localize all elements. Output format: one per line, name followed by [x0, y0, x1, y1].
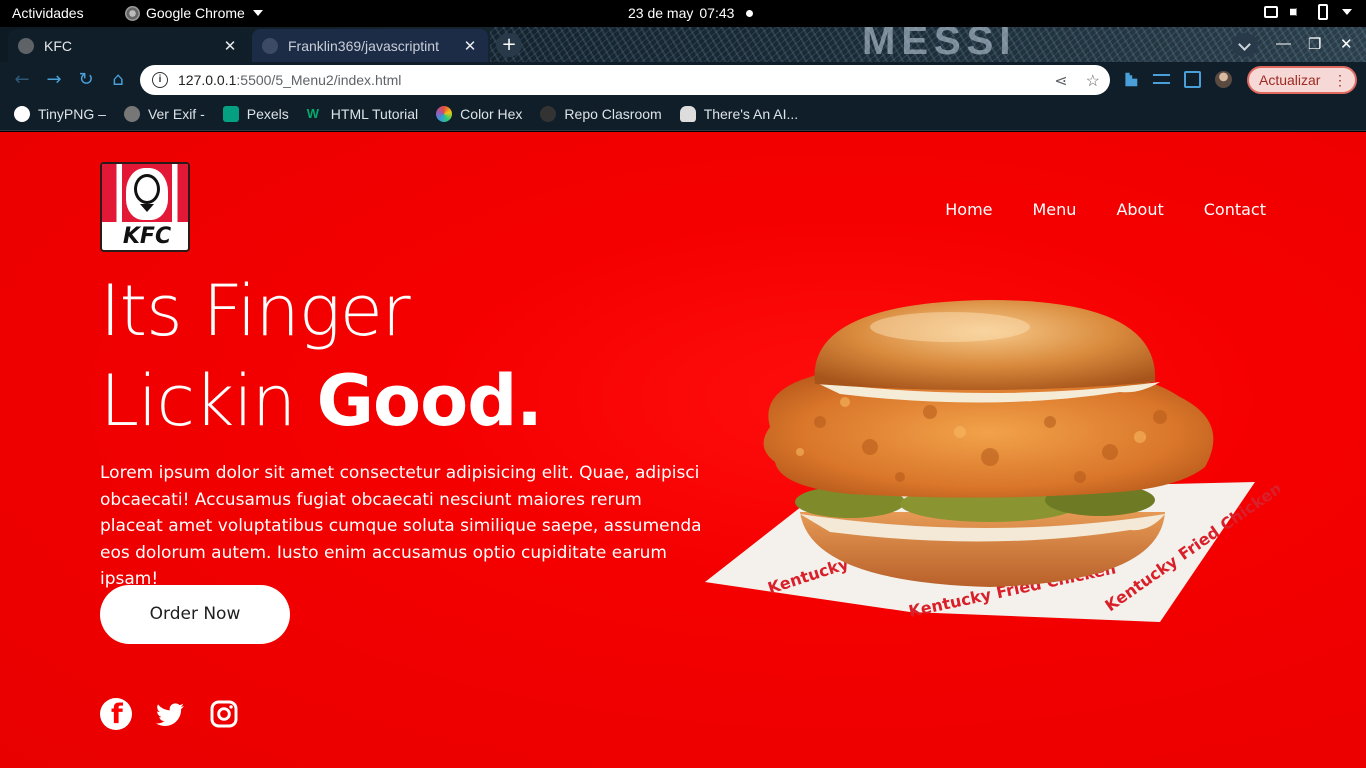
instagram-icon[interactable] [208, 698, 240, 730]
bookmark-html-tutorial[interactable]: W HTML Tutorial [307, 106, 418, 122]
clock[interactable]: 23 de may 07:43 [628, 5, 754, 21]
nav-home[interactable]: Home [945, 200, 992, 219]
bookmark-star-icon[interactable]: ☆ [1086, 71, 1100, 91]
bookmark-label: Repo Clasroom [564, 106, 662, 122]
system-tray[interactable] [1264, 4, 1352, 20]
new-tab-button[interactable]: + [496, 33, 522, 57]
tab-kfc[interactable]: KFC ✕ [8, 29, 248, 62]
battery-icon [1318, 4, 1328, 20]
bookmark-label: Ver Exif - [147, 106, 205, 122]
wallpaper-text: MESSI [862, 27, 1017, 62]
w3schools-icon: W [306, 106, 320, 121]
menu-dots-icon: ⋮ [1333, 72, 1347, 88]
bookmark-tinypng[interactable]: TinyPNG – [14, 106, 106, 122]
social-links [100, 698, 240, 730]
avatar[interactable] [1215, 71, 1232, 88]
hero-description: Lorem ipsum dolor sit amet consectetur a… [100, 463, 702, 589]
tab-search-button[interactable] [1232, 33, 1258, 57]
colonel-face [134, 174, 160, 204]
back-arrow-icon[interactable]: ← [12, 70, 32, 90]
close-icon[interactable]: ✕ [222, 37, 238, 55]
kfc-landing-page: KFC Home Menu About Contact Its Finger L… [0, 132, 1366, 768]
bookmark-label: There's An AI... [703, 106, 799, 122]
globe-icon [123, 106, 140, 122]
date: 23 de may [628, 5, 694, 21]
main-nav: Home Menu About Contact [945, 200, 1266, 219]
minimize-icon[interactable]: — [1276, 35, 1291, 52]
bookmark-pexels[interactable]: Pexels [222, 106, 289, 122]
headline-line2-bold: Good. [316, 360, 543, 442]
bookmark-color-hex[interactable]: Color Hex [436, 106, 522, 122]
pexels-icon [222, 106, 239, 122]
info-icon[interactable]: i [152, 72, 168, 88]
chevron-down-icon [252, 10, 263, 16]
github-icon [540, 106, 557, 122]
headline-line2-light: Lickin [100, 360, 296, 442]
bun-highlight [870, 312, 1030, 342]
bookmarks-bar: TinyPNG – Ver Exif - Pexels W HTML Tutor… [0, 98, 1366, 131]
address-bar[interactable]: i 127.0.0.1 :5500/5_Menu2/index.html ⋖ ☆ [140, 65, 1110, 95]
chicken-sandwich-image: Kentucky Fried Chicken Kentucky Fried Ch… [700, 282, 1285, 662]
facebook-icon[interactable] [100, 698, 132, 730]
network-icon [1264, 6, 1278, 18]
bookmark-repo-clasroom[interactable]: Repo Clasroom [540, 106, 662, 122]
bookmark-label: HTML Tutorial [330, 106, 419, 122]
chrome-icon [125, 5, 140, 21]
tab-github[interactable]: Franklin369/javascriptint ✕ [252, 29, 488, 62]
hero-headline: Its Finger Lickin Good. [100, 266, 543, 446]
update-button[interactable]: Actualizar ⋮ [1247, 66, 1357, 94]
url-host: 127.0.0.1 [178, 72, 237, 88]
bookmark-ver-exif[interactable]: Ver Exif - [123, 106, 205, 122]
reload-icon[interactable]: ↻ [76, 70, 96, 90]
color-wheel-icon [436, 106, 453, 122]
headline-line1: Its Finger [100, 270, 411, 352]
time: 07:43 [699, 5, 735, 21]
tab-title: Franklin369/javascriptint [288, 37, 439, 54]
nav-about[interactable]: About [1116, 200, 1163, 219]
bookmark-ai[interactable]: There's An AI... [679, 106, 799, 122]
close-window-icon[interactable]: ✕ [1340, 35, 1353, 53]
browser-toolbar: ← → ↻ ⌂ i 127.0.0.1 :5500/5_Menu2/index.… [0, 62, 1366, 98]
update-label: Actualizar [1259, 72, 1321, 88]
close-icon[interactable]: ✕ [462, 37, 478, 55]
notification-dot-icon [746, 9, 754, 17]
github-icon [262, 37, 278, 54]
panda-icon [14, 106, 30, 122]
logo-text: KFC [122, 224, 172, 249]
home-icon[interactable]: ⌂ [108, 70, 128, 90]
chevron-down-icon [1342, 9, 1352, 15]
kfc-logo[interactable]: KFC [100, 162, 190, 252]
app-menu[interactable]: Google Chrome [125, 5, 263, 21]
nav-contact[interactable]: Contact [1204, 200, 1266, 219]
bookmark-label: Pexels [246, 106, 289, 122]
bookmark-label: TinyPNG – [38, 106, 106, 122]
share-icon[interactable]: ⋖ [1054, 71, 1067, 91]
tab-strip: MESSI KFC ✕ Franklin369/javascriptint ✕ [0, 27, 1366, 62]
side-panel-icon[interactable] [1184, 71, 1201, 88]
app-name: Google Chrome [146, 5, 245, 21]
globe-icon [18, 37, 34, 54]
url-path: :5500/5_Menu2/index.html [236, 72, 402, 88]
activities-button[interactable]: Actividades [12, 5, 84, 21]
twitter-icon[interactable] [154, 698, 186, 730]
extensions-icon[interactable] [1125, 72, 1138, 87]
tab-title: KFC [44, 37, 72, 54]
nav-menu[interactable]: Menu [1033, 200, 1077, 219]
volume-icon [1290, 4, 1302, 20]
order-now-button[interactable]: Order Now [100, 585, 290, 644]
system-top-bar: Actividades Google Chrome 23 de may 07:4… [0, 0, 1366, 27]
hand-icon [679, 106, 696, 122]
forward-arrow-icon[interactable]: → [44, 70, 64, 90]
reading-list-icon[interactable] [1153, 74, 1170, 84]
maximize-icon[interactable]: ❐ [1308, 35, 1321, 53]
bookmark-label: Color Hex [460, 106, 523, 122]
